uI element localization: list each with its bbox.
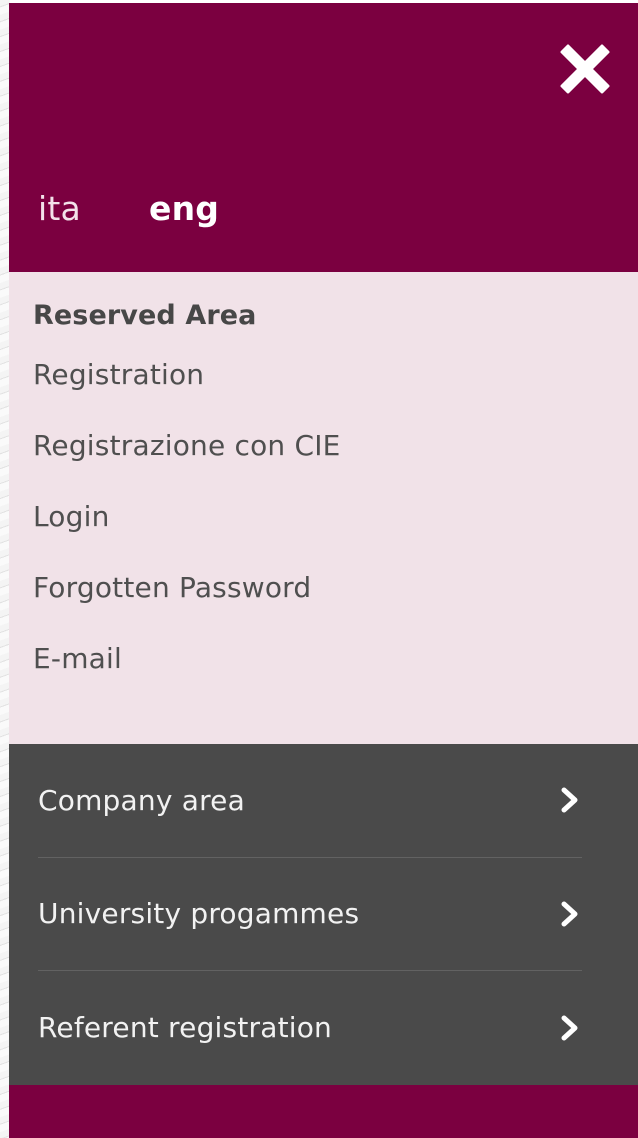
nav-item-referent-registration[interactable]: Referent registration	[38, 971, 582, 1085]
email-link[interactable]: E-mail	[33, 623, 638, 694]
reserved-area-section: Reserved Area Registration Registrazione…	[9, 272, 638, 744]
nav-item-label: Referent registration	[38, 1011, 333, 1045]
registration-cie-link[interactable]: Registrazione con CIE	[33, 410, 638, 481]
registration-link[interactable]: Registration	[33, 339, 638, 410]
chevron-right-icon	[558, 786, 582, 814]
reserved-area-title: Reserved Area	[33, 300, 257, 331]
forgotten-password-link[interactable]: Forgotten Password	[33, 552, 638, 623]
close-menu-button[interactable]	[557, 41, 613, 97]
language-ita-link[interactable]: ita	[38, 189, 149, 228]
nav-item-company-area[interactable]: Company area	[38, 744, 582, 858]
menu-footer-band	[9, 1085, 638, 1138]
menu-header: ita eng	[9, 0, 638, 272]
login-link[interactable]: Login	[33, 481, 638, 552]
mobile-menu-panel: ita eng Reserved Area Registration Regis…	[9, 0, 638, 1138]
close-icon	[560, 44, 610, 94]
nav-item-label: University progammes	[38, 897, 360, 931]
language-switcher: ita eng	[38, 189, 219, 228]
chevron-right-icon	[558, 1014, 582, 1042]
menu-header-band: ita eng	[9, 3, 638, 272]
nav-item-university-programmes[interactable]: University progammes	[38, 858, 582, 972]
language-eng-link[interactable]: eng	[149, 189, 219, 228]
main-nav-section: Company area University progammes Refere…	[9, 744, 638, 1085]
chevron-right-icon	[558, 900, 582, 928]
nav-item-label: Company area	[38, 783, 245, 817]
